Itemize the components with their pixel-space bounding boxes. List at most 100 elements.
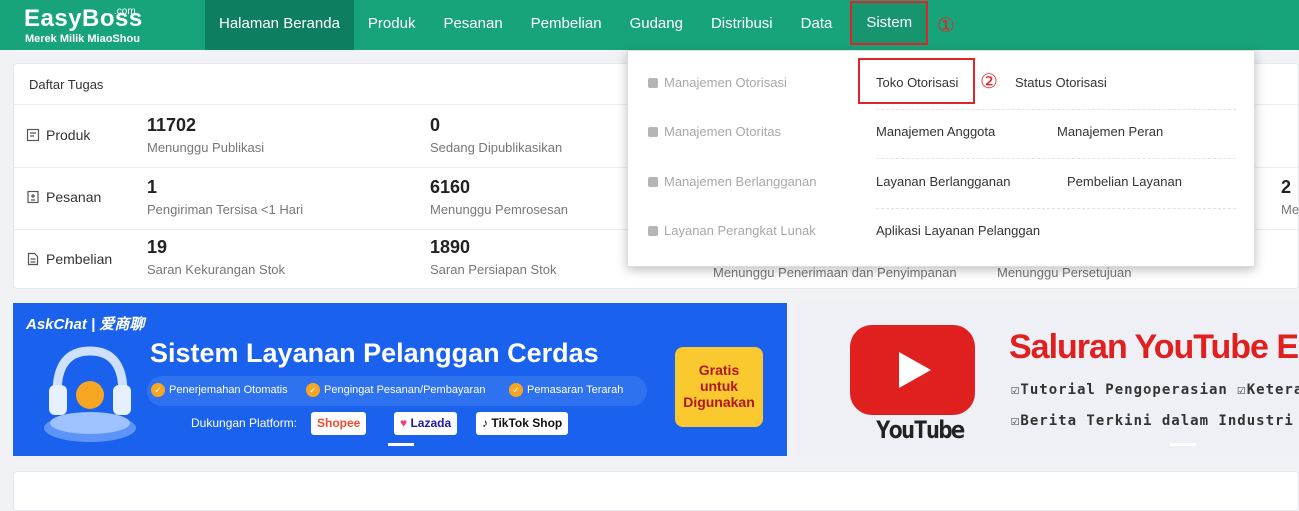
highlight-box (858, 58, 975, 104)
carousel-indicator[interactable] (1170, 443, 1196, 446)
stat-label: Menunggu Pemrosesan (430, 202, 569, 217)
feature-item: ✓ Pengingat Pesanan/Pembayaran (306, 383, 485, 397)
check-icon: ✓ (306, 383, 320, 397)
feature-label: Pengingat Pesanan/Pembayaran (324, 384, 486, 396)
nav-pesanan[interactable]: Pesanan (429, 0, 516, 50)
stat-value: 6160 (430, 177, 471, 197)
stat-value: 11702 (147, 115, 197, 135)
stat-label: Saran Persiapan Stok (430, 262, 557, 277)
cta-line: untuk (699, 378, 739, 394)
stat-label: Menunggu Penerimaan dan Penyimpanan (713, 265, 957, 280)
check-icon: ✓ (509, 383, 523, 397)
stat-label: Sedang Dipublikasikan (430, 140, 563, 155)
askchat-banner[interactable]: AskChat | 爱商聊 Sistem Layanan Pelanggan C… (13, 303, 787, 456)
dd-category-berlangganan: Manajemen Berlangganan (648, 174, 817, 189)
dd-link-manajemen-peran[interactable]: Manajemen Peran (1057, 124, 1163, 139)
stat-label: Saran Kekurangan Stok (147, 262, 286, 277)
stat-value: 19 (147, 237, 168, 257)
dd-category-software: Layanan Perangkat Lunak (648, 223, 816, 238)
logo-com: .com (114, 6, 136, 17)
tiktok-icon: ♪ (482, 416, 492, 430)
nav-home[interactable]: Halaman Beranda (205, 0, 354, 50)
dd-category-label: Manajemen Otoritas (664, 124, 782, 139)
youtube-play-icon (850, 325, 975, 415)
annotation-step-1: ① (937, 13, 955, 37)
stat-menunggu-publikasi[interactable]: 11702 Menunggu Publikasi (147, 115, 264, 155)
bottom-card (13, 471, 1299, 511)
feature-label: Pemasaran Terarah (527, 384, 624, 396)
heart-icon: ♥ (400, 416, 411, 430)
feature-item: ✓ Pemasaran Terarah (509, 383, 623, 397)
stat-value: 2 (1281, 177, 1292, 197)
cta-line: Gratis (698, 362, 740, 378)
youtube-banner-line: ☑Berita Terkini dalam Industri E-comm (1011, 413, 1299, 429)
banner-title: Sistem Layanan Pelanggan Cerdas (150, 338, 599, 368)
nav-data[interactable]: Data (787, 0, 847, 50)
nav-sistem[interactable]: Sistem (850, 1, 929, 45)
stat-value: 1 (147, 177, 158, 197)
logo[interactable]: EasyBoss .com Merek Milik MiaoShou (24, 5, 154, 47)
check-icon: ✓ (151, 383, 165, 397)
stat-pengiriman-tersisa[interactable]: 1 Pengiriman Tersisa <1 Hari (147, 177, 303, 217)
order-icon (27, 190, 39, 204)
stat-value: 1890 (430, 237, 471, 257)
stat-saran-kekurangan[interactable]: 19 Saran Kekurangan Stok (147, 237, 285, 277)
dd-link-layanan-berlangganan[interactable]: Layanan Berlangganan (876, 174, 1010, 189)
row-label-text: Produk (46, 127, 91, 143)
nav-pembelian[interactable]: Pembelian (517, 0, 616, 50)
row-label-pembelian: Pembelian (26, 251, 112, 267)
top-navbar: EasyBoss .com Merek Milik MiaoShou Halam… (0, 0, 1299, 50)
divider (876, 208, 1236, 209)
lazada-label: Lazada (410, 416, 452, 430)
stat-label: Menunggu Persetujuan (997, 265, 1132, 280)
youtube-banner-line: ☑Tutorial Pengoperasian ☑Keteramp (1011, 382, 1299, 398)
annotation-step-2: ② (980, 69, 998, 93)
nav-gudang[interactable]: Gudang (616, 0, 697, 50)
cta-line: Digunakan (683, 394, 755, 410)
purchase-icon (27, 252, 39, 266)
stat-menunggu-pemrosesan[interactable]: 6160 Menunggu Pemrosesan (430, 177, 568, 217)
lazada-badge: ♥ Lazada (394, 412, 458, 435)
divider (876, 158, 1236, 159)
free-cta[interactable]: Gratis untuk Digunakan (675, 347, 763, 427)
headset-illustration-icon (44, 346, 136, 442)
task-list-title: Daftar Tugas (29, 77, 104, 92)
tiktok-label: TikTok Shop (491, 416, 563, 430)
dd-link-manajemen-anggota[interactable]: Manajemen Anggota (876, 124, 995, 139)
platform-label: Dukungan Platform: (191, 416, 298, 430)
dd-category-label: Layanan Perangkat Lunak (664, 223, 816, 238)
stat-sedang-dipublikasikan[interactable]: 0 Sedang Dipublikasikan (430, 115, 562, 155)
bookmark-icon (648, 176, 658, 187)
row-label-produk: Produk (26, 127, 90, 143)
divider (876, 109, 1236, 110)
feature-label: Penerjemahan Otomatis (169, 384, 288, 396)
stat-partial-right[interactable]: 2 Me (1281, 177, 1299, 217)
main-nav: Halaman Beranda Produk Pesanan Pembelian… (205, 0, 929, 50)
youtube-banner-title: Saluran YouTube Eas (1009, 328, 1299, 366)
shopee-badge: Shopee (311, 412, 367, 435)
user-icon (648, 225, 658, 236)
dd-link-aplikasi-layanan[interactable]: Aplikasi Layanan Pelanggan (876, 223, 1040, 238)
askchat-logo: AskChat | 爱商聊 (26, 316, 145, 333)
stat-label: Pengiriman Tersisa <1 Hari (147, 202, 304, 217)
stat-value: 0 (430, 115, 441, 135)
row-label-text: Pembelian (46, 251, 113, 267)
tiktok-badge: ♪ TikTok Shop (476, 412, 569, 435)
youtube-wordmark: YouTube (876, 416, 965, 444)
stat-label: Me (1281, 202, 1299, 217)
nav-produk[interactable]: Produk (354, 0, 430, 50)
dd-link-status-otorisasi[interactable]: Status Otorisasi (1015, 75, 1107, 90)
product-icon (26, 128, 40, 142)
stat-saran-persiapan[interactable]: 1890 Saran Persiapan Stok (430, 237, 556, 277)
dd-category-otoritas: Manajemen Otoritas (648, 124, 781, 139)
authorization-icon (648, 77, 658, 88)
play-triangle (899, 352, 931, 388)
nav-distribusi[interactable]: Distribusi (697, 0, 787, 50)
dd-category-label: Manajemen Otorisasi (664, 75, 787, 90)
row-label-text: Pesanan (46, 189, 102, 205)
dd-link-pembelian-layanan[interactable]: Pembelian Layanan (1067, 174, 1182, 189)
youtube-banner[interactable]: YouTube Saluran YouTube Eas ☑Tutorial Pe… (796, 303, 1299, 456)
dd-category-label: Manajemen Berlangganan (664, 174, 817, 189)
dd-category-otorisasi: Manajemen Otorisasi (648, 75, 787, 90)
carousel-indicator[interactable] (388, 443, 414, 446)
